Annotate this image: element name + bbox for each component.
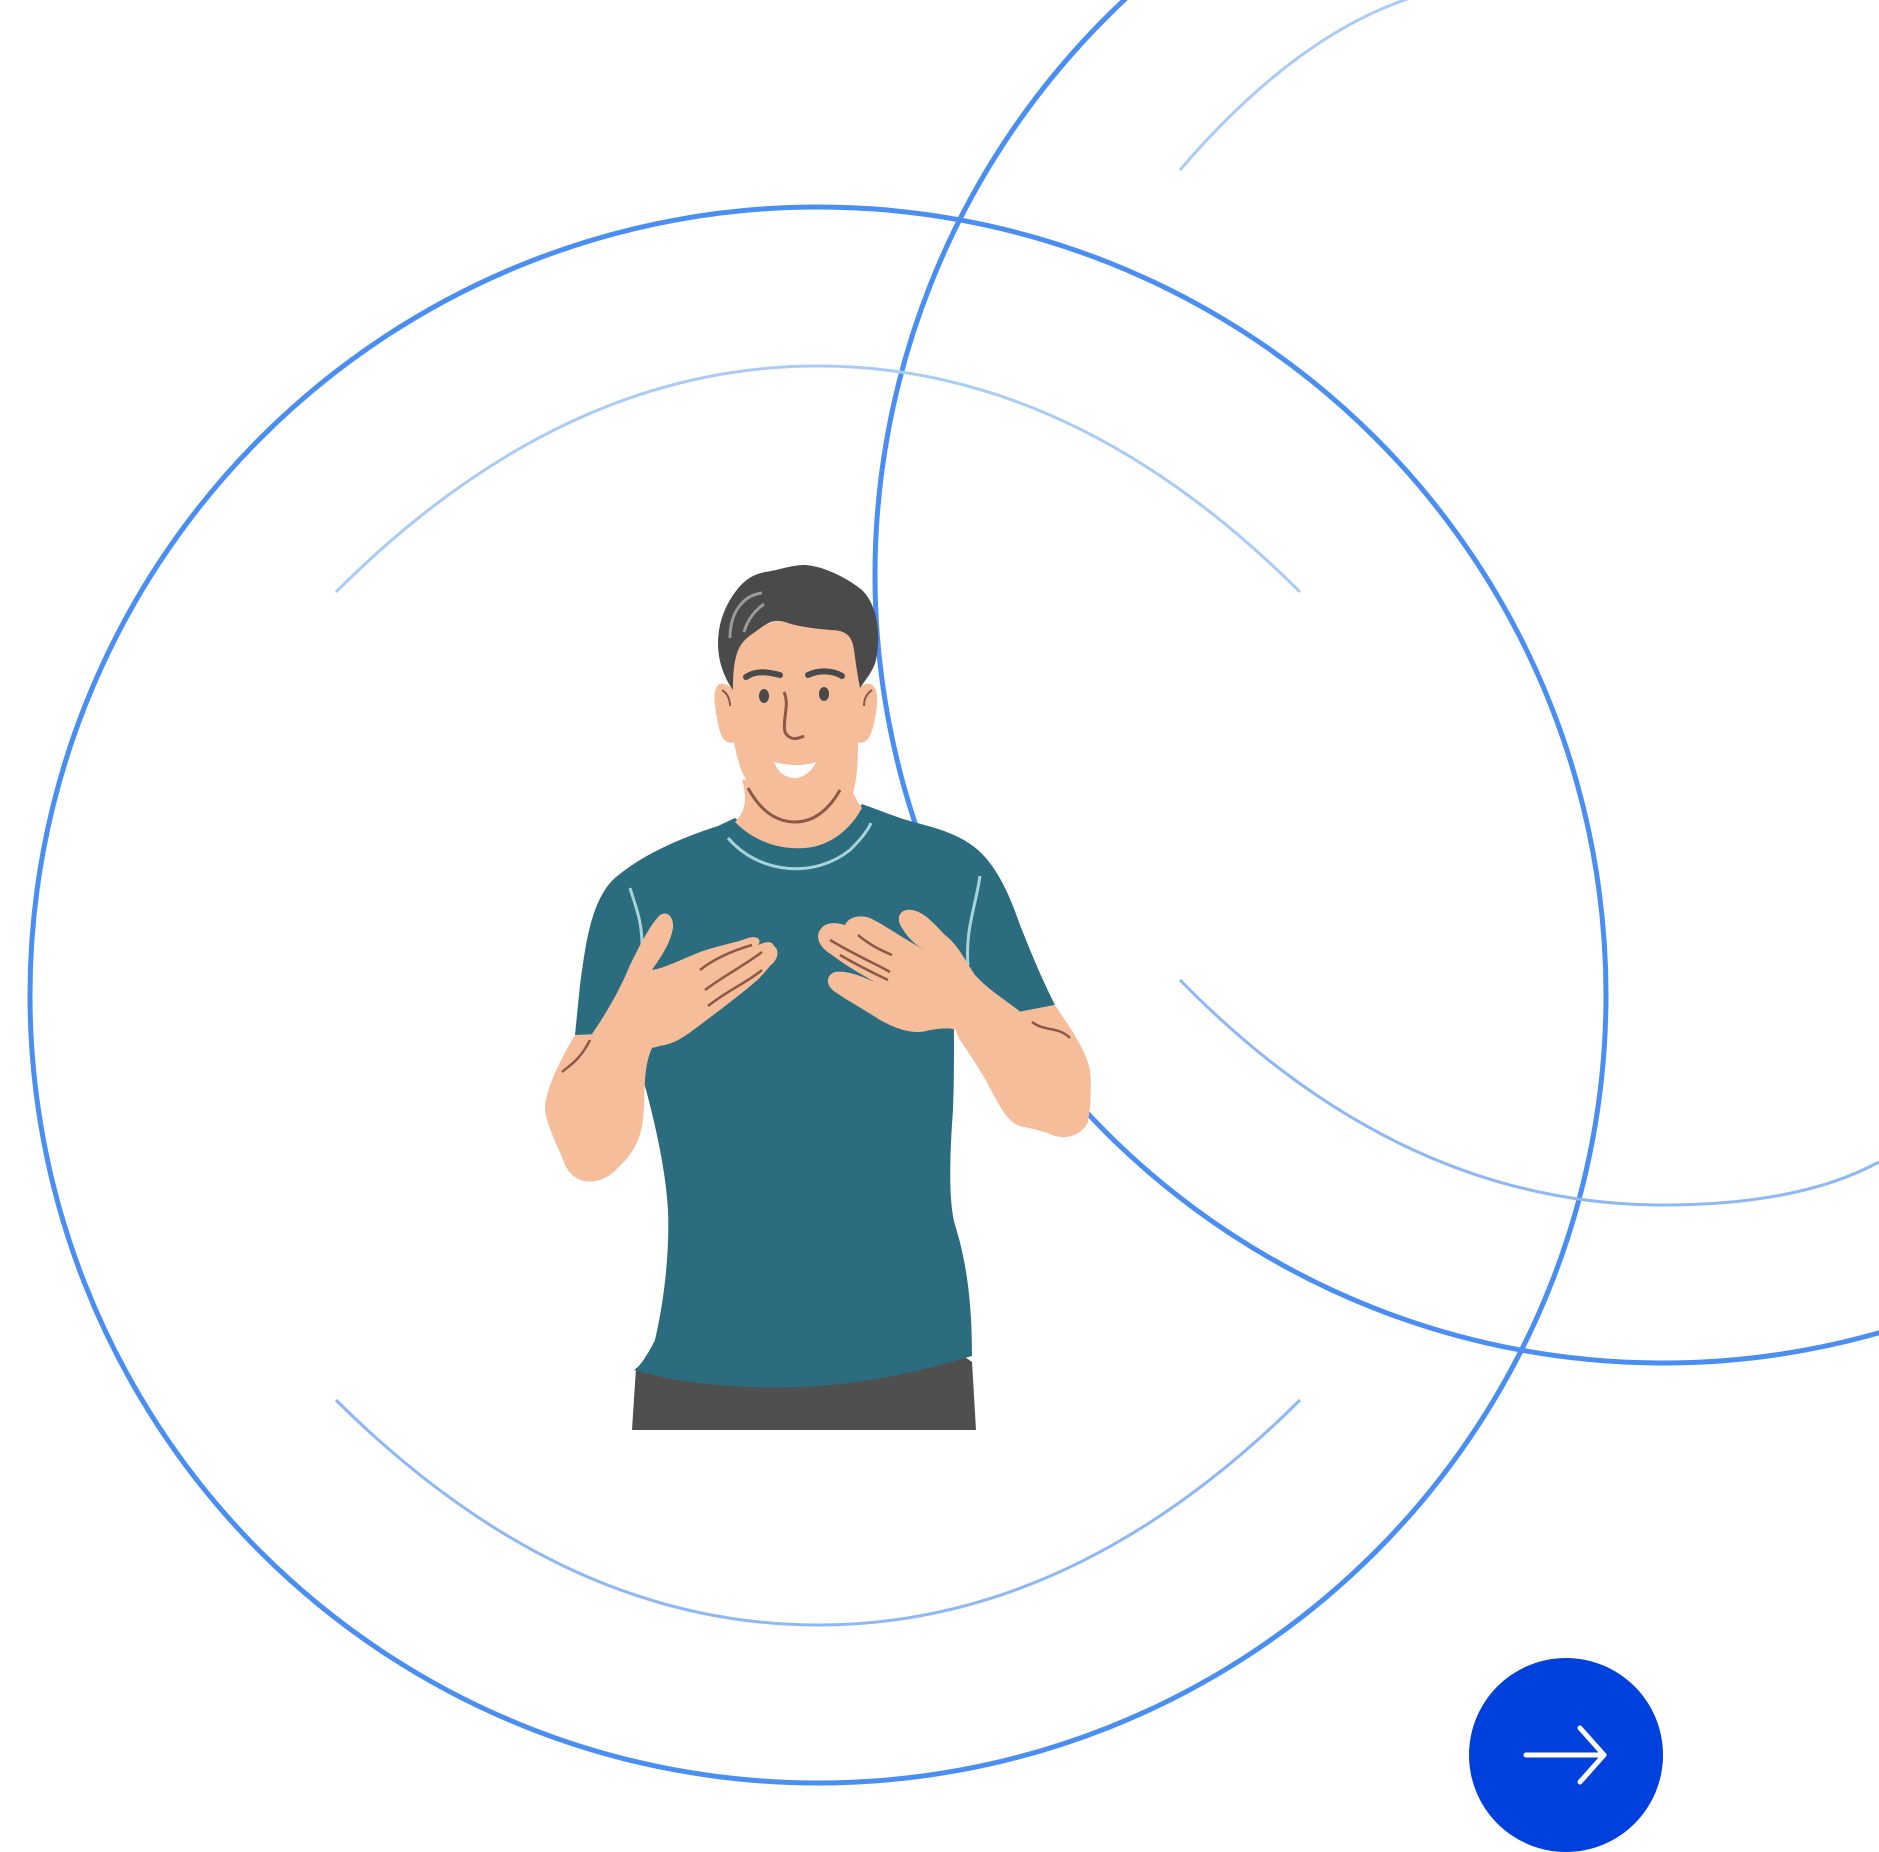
large-ring-right <box>872 0 1879 1366</box>
next-button[interactable] <box>1469 1658 1663 1852</box>
left-arm <box>545 1027 660 1182</box>
inner-arc-top-right <box>1178 0 1410 171</box>
right-ear <box>856 683 878 743</box>
inner-arc-bottom-right <box>1178 978 1879 1207</box>
man-illustration <box>545 565 1091 1430</box>
shirt <box>575 804 1055 1388</box>
inner-arc-bottom <box>334 1398 1302 1627</box>
inner-arc-top <box>334 364 1302 594</box>
arrow-right-icon <box>1523 1725 1607 1785</box>
background-illustration <box>27 0 1879 1786</box>
